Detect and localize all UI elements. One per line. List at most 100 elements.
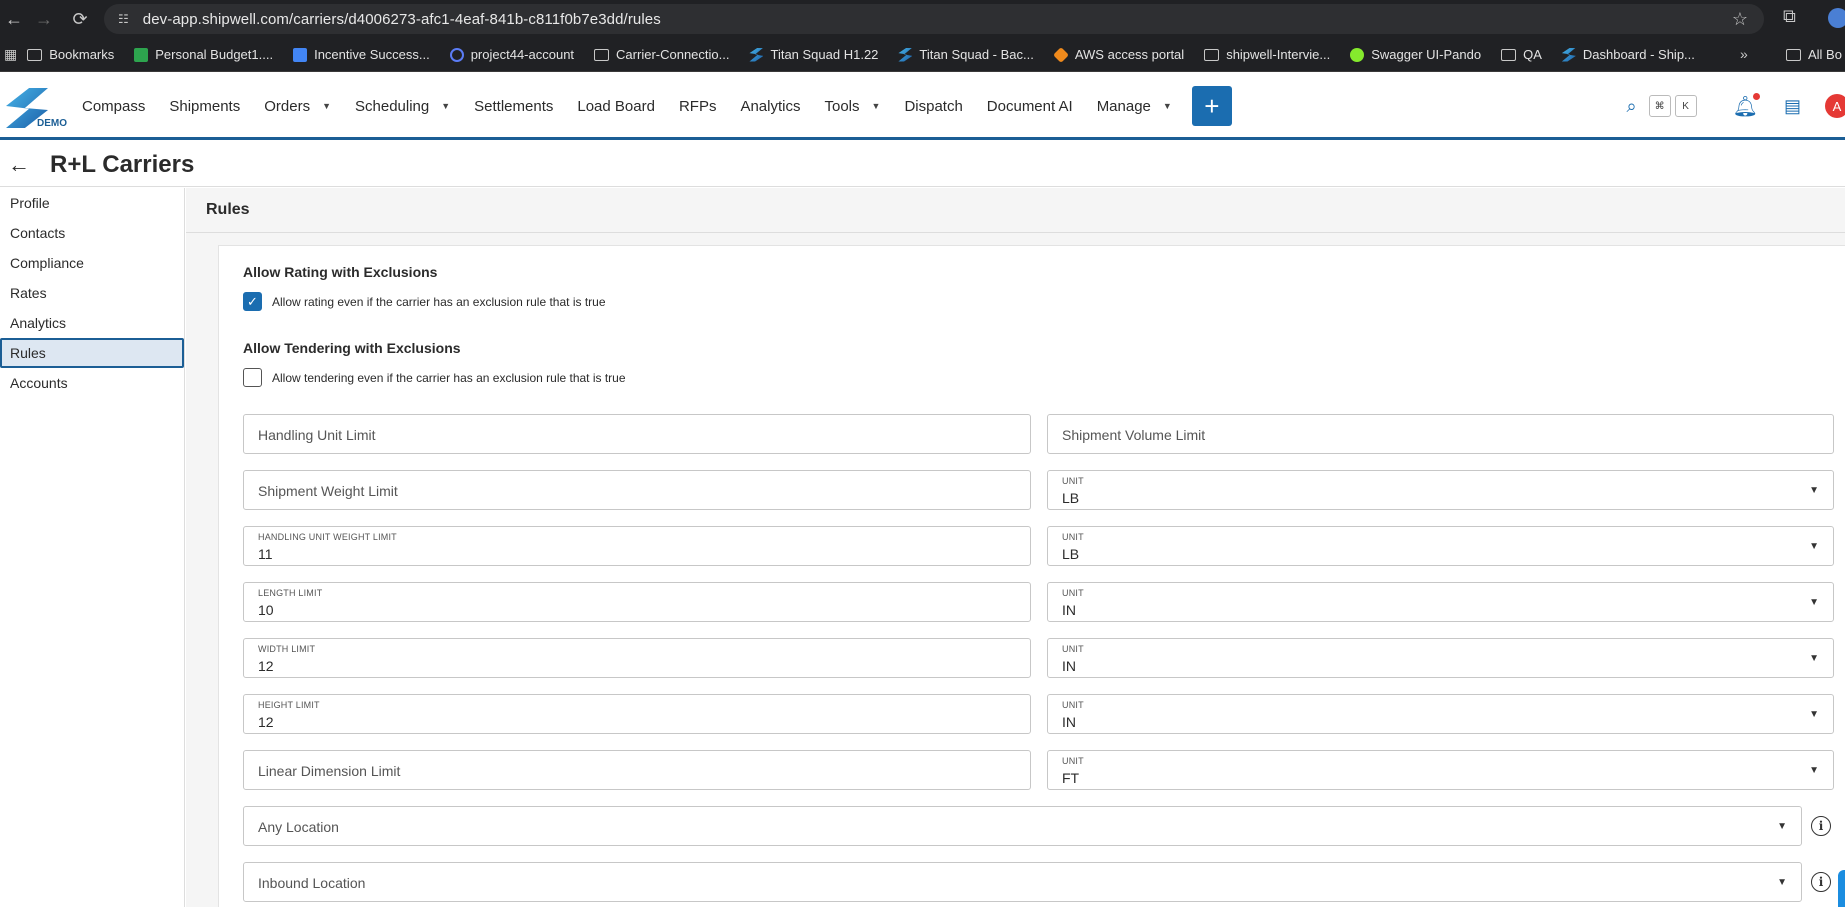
bookmark-item[interactable]: Swagger UI-Pando	[1350, 47, 1481, 62]
shipment-weight-limit-input[interactable]: Shipment Weight Limit	[243, 470, 1031, 510]
shipwell-logo[interactable]: DEMO	[6, 88, 67, 132]
bookmark-item[interactable]: Titan Squad H1.22	[749, 47, 878, 62]
sidebar-item-rules[interactable]: Rules	[0, 338, 184, 368]
folder-icon	[1501, 48, 1517, 61]
nav-analytics[interactable]: Analytics	[740, 98, 800, 115]
header-actions: ⌕ ⌘ K 🔔︎ ▤ A	[1627, 72, 1845, 140]
bookmark-item[interactable]: project44-account	[449, 47, 574, 62]
info-icon[interactable]: i	[1811, 872, 1831, 892]
field-label: UNIT	[1062, 476, 1084, 486]
sidebar-item-profile[interactable]: Profile	[0, 188, 184, 218]
more-bookmarks-icon[interactable]: »	[1740, 46, 1748, 62]
inbound-location-select[interactable]: Inbound Location ▼	[243, 862, 1802, 902]
search-icon[interactable]: ⌕	[1627, 96, 1637, 117]
nav-document-ai[interactable]: Document AI	[987, 98, 1073, 115]
shipment-weight-unit-select[interactable]: UNIT LB ▼	[1047, 470, 1834, 510]
app-header: DEMO Compass Shipments Orders ▼ Schedulin…	[0, 72, 1845, 140]
browser-back-icon[interactable]: ←	[0, 5, 28, 33]
user-avatar[interactable]: A	[1825, 94, 1845, 118]
bookmark-star-icon[interactable]: ☆	[1732, 9, 1748, 30]
apps-grid-icon[interactable]: ▦	[4, 46, 17, 63]
nav-compass[interactable]: Compass	[82, 98, 145, 115]
nav-dispatch[interactable]: Dispatch	[904, 98, 962, 115]
hu-weight-limit-input[interactable]: HANDLING UNIT WEIGHT LIMIT 11	[243, 526, 1031, 566]
bookmark-item[interactable]: Carrier-Connectio...	[594, 47, 729, 62]
browser-reload-icon[interactable]: ⟳	[66, 5, 94, 33]
sidebar-item-analytics[interactable]: Analytics	[0, 308, 184, 338]
folder-icon	[1204, 48, 1220, 61]
linear-dimension-unit-select[interactable]: UNIT FT ▼	[1047, 750, 1834, 790]
rules-header: Rules	[186, 188, 1845, 233]
sidebar-item-accounts[interactable]: Accounts	[0, 368, 184, 398]
field-label: UNIT	[1062, 756, 1084, 766]
field-value: 10	[258, 602, 274, 618]
width-unit-select[interactable]: UNIT IN ▼	[1047, 638, 1834, 678]
bookmark-item[interactable]: Bookmarks	[27, 47, 114, 62]
rating-checkbox-row[interactable]: ✓ Allow rating even if the carrier has a…	[243, 292, 606, 311]
address-bar[interactable]: ☷ dev-app.shipwell.com/carriers/d4006273…	[104, 4, 1764, 34]
rating-checkbox-label: Allow rating even if the carrier has an …	[272, 294, 606, 309]
nav-tools[interactable]: Tools ▼	[824, 98, 880, 115]
field-placeholder: Inbound Location	[258, 875, 366, 891]
field-value: LB	[1062, 546, 1080, 562]
bookmark-item[interactable]: Incentive Success...	[293, 47, 430, 62]
bookmark-item[interactable]: Personal Budget1....	[134, 47, 273, 62]
nav-manage[interactable]: Manage ▼	[1097, 98, 1172, 115]
shipwell-icon	[898, 47, 913, 62]
bookmark-item[interactable]: Dashboard - Ship...	[1561, 47, 1695, 62]
nav-load-board[interactable]: Load Board	[577, 98, 655, 115]
bookmark-item[interactable]: shipwell-Intervie...	[1204, 47, 1330, 62]
rating-checkbox[interactable]: ✓	[243, 292, 262, 311]
field-label: UNIT	[1062, 700, 1084, 710]
info-icon[interactable]: i	[1811, 816, 1831, 836]
carrier-sidebar: Profile Contacts Compliance Rates Analyt…	[0, 188, 185, 907]
dropdown-arrow-icon: ▼	[1777, 877, 1787, 888]
sidebar-item-contacts[interactable]: Contacts	[0, 218, 184, 248]
sidebar-item-compliance[interactable]: Compliance	[0, 248, 184, 278]
nav-settlements[interactable]: Settlements	[474, 98, 553, 115]
plus-icon: +	[1204, 90, 1220, 121]
site-settings-icon[interactable]: ☷	[118, 12, 129, 26]
nav-rfps[interactable]: RFPs	[679, 98, 717, 115]
bookmark-item[interactable]: QA	[1501, 47, 1542, 62]
tendering-checkbox-label: Allow tendering even if the carrier has …	[272, 370, 626, 385]
all-bookmarks[interactable]: All Bo	[1786, 47, 1842, 62]
field-value: 12	[258, 714, 274, 730]
linear-dimension-limit-input[interactable]: Linear Dimension Limit	[243, 750, 1031, 790]
bookmark-item[interactable]: AWS access portal	[1052, 46, 1184, 63]
folder-icon	[27, 48, 43, 61]
notifications-bell-icon[interactable]: 🔔︎	[1733, 92, 1760, 119]
bookmark-item[interactable]: Titan Squad - Bac...	[898, 47, 1034, 62]
nav-scheduling[interactable]: Scheduling ▼	[355, 98, 450, 115]
height-unit-select[interactable]: UNIT IN ▼	[1047, 694, 1834, 734]
create-new-button[interactable]: +	[1191, 86, 1232, 126]
tasks-icon[interactable]: ▤	[1784, 96, 1801, 117]
hu-weight-unit-select[interactable]: UNIT LB ▼	[1047, 526, 1834, 566]
field-label: UNIT	[1062, 532, 1084, 542]
nav-shipments[interactable]: Shipments	[169, 98, 240, 115]
bookmarks-bar: ▦ Bookmarks Personal Budget1.... Incenti…	[0, 38, 1845, 72]
field-label: WIDTH LIMIT	[258, 644, 316, 654]
sidebar-item-rates[interactable]: Rates	[0, 278, 184, 308]
height-limit-input[interactable]: HEIGHT LIMIT 12	[243, 694, 1031, 734]
page-title-bar: ← R+L Carriers	[0, 143, 1845, 187]
field-value: LB	[1062, 490, 1080, 506]
tendering-checkbox[interactable]	[243, 368, 262, 387]
help-chat-tab[interactable]	[1838, 870, 1845, 907]
page-title: R+L Carriers	[50, 150, 195, 178]
browser-forward-icon[interactable]: →	[30, 5, 58, 33]
handling-unit-limit-input[interactable]: Handling Unit Limit	[243, 414, 1031, 454]
tendering-checkbox-row[interactable]: Allow tendering even if the carrier has …	[243, 368, 626, 387]
back-arrow-icon[interactable]: ←	[8, 152, 32, 178]
nav-orders[interactable]: Orders ▼	[264, 98, 331, 115]
length-unit-select[interactable]: UNIT IN ▼	[1047, 582, 1834, 622]
length-limit-input[interactable]: LENGTH LIMIT 10	[243, 582, 1031, 622]
width-limit-input[interactable]: WIDTH LIMIT 12	[243, 638, 1031, 678]
dropdown-arrow-icon: ▼	[1809, 765, 1819, 776]
extensions-icon[interactable]: ⧉	[1783, 6, 1796, 27]
any-location-select[interactable]: Any Location ▼	[243, 806, 1802, 846]
field-label: UNIT	[1062, 644, 1084, 654]
browser-profile-icon[interactable]	[1828, 8, 1845, 28]
notification-dot	[1752, 92, 1760, 100]
shipment-volume-limit-input[interactable]: Shipment Volume Limit	[1047, 414, 1834, 454]
